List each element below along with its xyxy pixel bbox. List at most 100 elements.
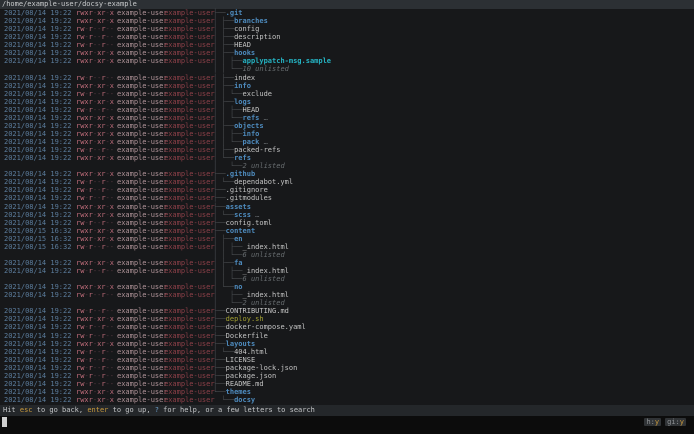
tree-row[interactable]: 2021/08/14 19:22 rw-r--r-- example-user exa…	[0, 364, 694, 372]
entry-name[interactable]: index	[234, 74, 255, 82]
tree-row[interactable]: │ │ └──6 unlisted	[0, 251, 694, 259]
tree-row[interactable]: 2021/08/14 19:22 rwxr-xr-x example-user exa…	[0, 130, 694, 138]
entry-name[interactable]: themes	[226, 388, 251, 396]
root-path-bar[interactable]: /home/example-user/docsy-example	[0, 0, 694, 9]
row-group: example-user	[164, 186, 215, 195]
row-perms: rw-r--r--	[76, 41, 114, 50]
tree-row[interactable]: │ └──2 unlisted	[0, 162, 694, 170]
tree-row[interactable]: 2021/08/14 19:22 rwxr-xr-x example-user exa…	[0, 396, 694, 404]
entry-name[interactable]: refs	[234, 154, 251, 162]
tree-row[interactable]: 2021/08/14 19:22 rw-r--r-- example-user exa…	[0, 307, 694, 315]
entry-name[interactable]: objects	[234, 122, 264, 130]
entry-name[interactable]: packed-refs	[234, 146, 280, 154]
entry-name[interactable]: refs	[243, 114, 260, 122]
entry-name[interactable]: pack	[243, 138, 260, 146]
entry-name[interactable]: exclude	[243, 90, 273, 98]
tree-entry: ├──content	[213, 227, 255, 235]
entry-name[interactable]: .git	[226, 9, 243, 17]
entry-name[interactable]: logs	[234, 98, 251, 106]
tree-row[interactable]: 2021/08/14 19:22 rwxr-xr-x example-user exa…	[0, 283, 694, 291]
tree-row[interactable]: 2021/08/14 19:22 rwxr-xr-x example-user exa…	[0, 98, 694, 106]
tree-row[interactable]: 2021/08/14 19:22 rwxr-xr-x example-user exa…	[0, 9, 694, 17]
entry-name[interactable]: package.json	[226, 372, 277, 380]
tree-row[interactable]: 2021/08/14 19:22 rwxr-xr-x example-user exa…	[0, 154, 694, 162]
entry-name[interactable]: assets	[226, 203, 251, 211]
tree-row[interactable]: 2021/08/14 19:22 rwxr-xr-x example-user exa…	[0, 82, 694, 90]
tree-row[interactable]: 2021/08/14 19:22 rw-r--r-- example-user exa…	[0, 356, 694, 364]
input-line[interactable]: h:y gi:y	[0, 416, 694, 434]
tree-row[interactable]: 2021/08/14 19:22 rw-r--r-- example-user exa…	[0, 25, 694, 33]
tree-row[interactable]: 2021/08/14 19:22 rw-r--r-- example-user exa…	[0, 194, 694, 202]
tree-row[interactable]: 2021/08/14 19:22 rwxr-xr-x example-user exa…	[0, 203, 694, 211]
tree-row[interactable]: 2021/08/14 19:22 rwxr-xr-x example-user exa…	[0, 340, 694, 348]
entry-name[interactable]: en	[234, 235, 242, 243]
row-group: example-user	[164, 355, 215, 364]
entry-name[interactable]: README.md	[226, 380, 264, 388]
row-perms: rwxr-xr-x	[76, 9, 114, 17]
entry-name[interactable]: content	[226, 227, 256, 235]
entry-name[interactable]: config	[234, 25, 259, 33]
tree-row[interactable]: 2021/08/15 16:32 rwxr-xr-x example-user exa…	[0, 227, 694, 235]
tree-row[interactable]: 2021/08/14 19:22 rw-r--r-- example-user exa…	[0, 90, 694, 98]
tree-row[interactable]: 2021/08/14 19:22 rw-r--r-- example-user exa…	[0, 348, 694, 356]
entry-name[interactable]: LICENSE	[226, 356, 256, 364]
entry-name[interactable]: _index.html	[243, 243, 289, 251]
tree-row[interactable]: 2021/08/14 19:22 rwxr-xr-x example-user exa…	[0, 57, 694, 65]
tree-row[interactable]: │ │ └──10 unlisted	[0, 65, 694, 73]
tree-row[interactable]: 2021/08/14 19:22 rw-r--r-- example-user exa…	[0, 291, 694, 299]
tree-row[interactable]: 2021/08/14 19:22 rwxr-xr-x example-user exa…	[0, 170, 694, 178]
row-perms: rwxr-xr-x	[76, 283, 114, 292]
tree-row[interactable]: 2021/08/14 19:22 rwxr-xr-x example-user exa…	[0, 122, 694, 130]
entry-name[interactable]: fa	[234, 259, 242, 267]
tree-row[interactable]: │ │ └──6 unlisted	[0, 275, 694, 283]
tree-row[interactable]: 2021/08/14 19:22 rwxr-xr-x example-user exa…	[0, 49, 694, 57]
tree-row[interactable]: │ └──2 unlisted	[0, 299, 694, 307]
tree-row[interactable]: 2021/08/14 19:22 rw-r--r-- example-user exa…	[0, 267, 694, 275]
tree-row[interactable]: 2021/08/14 19:22 rw-r--r-- example-user exa…	[0, 178, 694, 186]
flag-gitignore[interactable]: gi:y	[665, 418, 686, 426]
entry-name[interactable]: HEAD	[243, 106, 260, 114]
entry-name[interactable]: layouts	[226, 340, 256, 348]
tree-row[interactable]: 2021/08/14 19:22 rw-r--r-- example-user exa…	[0, 186, 694, 194]
tree-row[interactable]: 2021/08/15 16:32 rw-r--r-- example-user exa…	[0, 243, 694, 251]
tree-row[interactable]: 2021/08/14 19:22 rwxr-xr-x example-user exa…	[0, 388, 694, 396]
entry-name[interactable]: scss	[234, 211, 251, 219]
row-perms: rwxr-xr-x	[76, 49, 114, 58]
tree-row[interactable]: 2021/08/15 16:32 rwxr-xr-x example-user exa…	[0, 235, 694, 243]
flag-hidden[interactable]: h:y	[644, 418, 662, 426]
tree-row[interactable]: 2021/08/14 19:22 rw-r--r-- example-user exa…	[0, 33, 694, 41]
entry-name[interactable]: _index.html	[243, 291, 289, 299]
tree-entry: │ │ ├──HEAD	[213, 106, 259, 114]
tree-row[interactable]: 2021/08/14 19:22 rw-r--r-- example-user exa…	[0, 74, 694, 82]
tree-row[interactable]: 2021/08/14 19:22 rwxr-xr-x example-user exa…	[0, 315, 694, 323]
entry-name[interactable]: .gitmodules	[226, 194, 272, 202]
entry-name[interactable]: package-lock.json	[226, 364, 298, 372]
entry-name[interactable]: branches	[234, 17, 268, 25]
tree-row[interactable]: 2021/08/14 19:22 rw-r--r-- example-user exa…	[0, 372, 694, 380]
tree-row[interactable]: 2021/08/14 19:22 rw-r--r-- example-user exa…	[0, 219, 694, 227]
tree-row[interactable]: 2021/08/14 19:22 rwxr-xr-x example-user exa…	[0, 138, 694, 146]
tree-row[interactable]: 2021/08/14 19:22 rw-r--r-- example-user exa…	[0, 146, 694, 154]
tree-row[interactable]: 2021/08/14 19:22 rw-r--r-- example-user exa…	[0, 323, 694, 331]
truncated-ellipsis: …	[250, 210, 260, 219]
row-user: example-user	[117, 113, 168, 122]
entry-name[interactable]: description	[234, 33, 280, 41]
entry-name[interactable]: docker-compose.yaml	[226, 323, 306, 331]
tree-row[interactable]: 2021/08/14 19:22 rw-r--r-- example-user exa…	[0, 380, 694, 388]
row-date: 2021/08/14 19:22	[4, 267, 72, 275]
entry-name[interactable]: Dockerfile	[226, 332, 268, 340]
tree-row[interactable]: 2021/08/14 19:22 rwxr-xr-x example-user exa…	[0, 211, 694, 219]
entry-name[interactable]: info	[234, 82, 251, 90]
tree-row[interactable]: 2021/08/14 19:22 rwxr-xr-x example-user exa…	[0, 114, 694, 122]
tree-row[interactable]: 2021/08/14 19:22 rw-r--r-- example-user exa…	[0, 332, 694, 340]
entry-name[interactable]: _index.html	[243, 267, 289, 275]
tree-row[interactable]: 2021/08/14 19:22 rwxr-xr-x example-user exa…	[0, 17, 694, 25]
tree-row[interactable]: 2021/08/14 19:22 rw-r--r-- example-user exa…	[0, 41, 694, 49]
entry-name[interactable]: config.toml	[226, 219, 272, 227]
tree-row[interactable]: 2021/08/14 19:22 rw-r--r-- example-user exa…	[0, 106, 694, 114]
entry-name[interactable]: docsy	[234, 396, 255, 404]
entry-name[interactable]: no	[234, 283, 242, 291]
tree-row[interactable]: 2021/08/14 19:22 rwxr-xr-x example-user exa…	[0, 259, 694, 267]
entry-name[interactable]: 404.html	[234, 348, 268, 356]
entry-name[interactable]: info	[243, 130, 260, 138]
